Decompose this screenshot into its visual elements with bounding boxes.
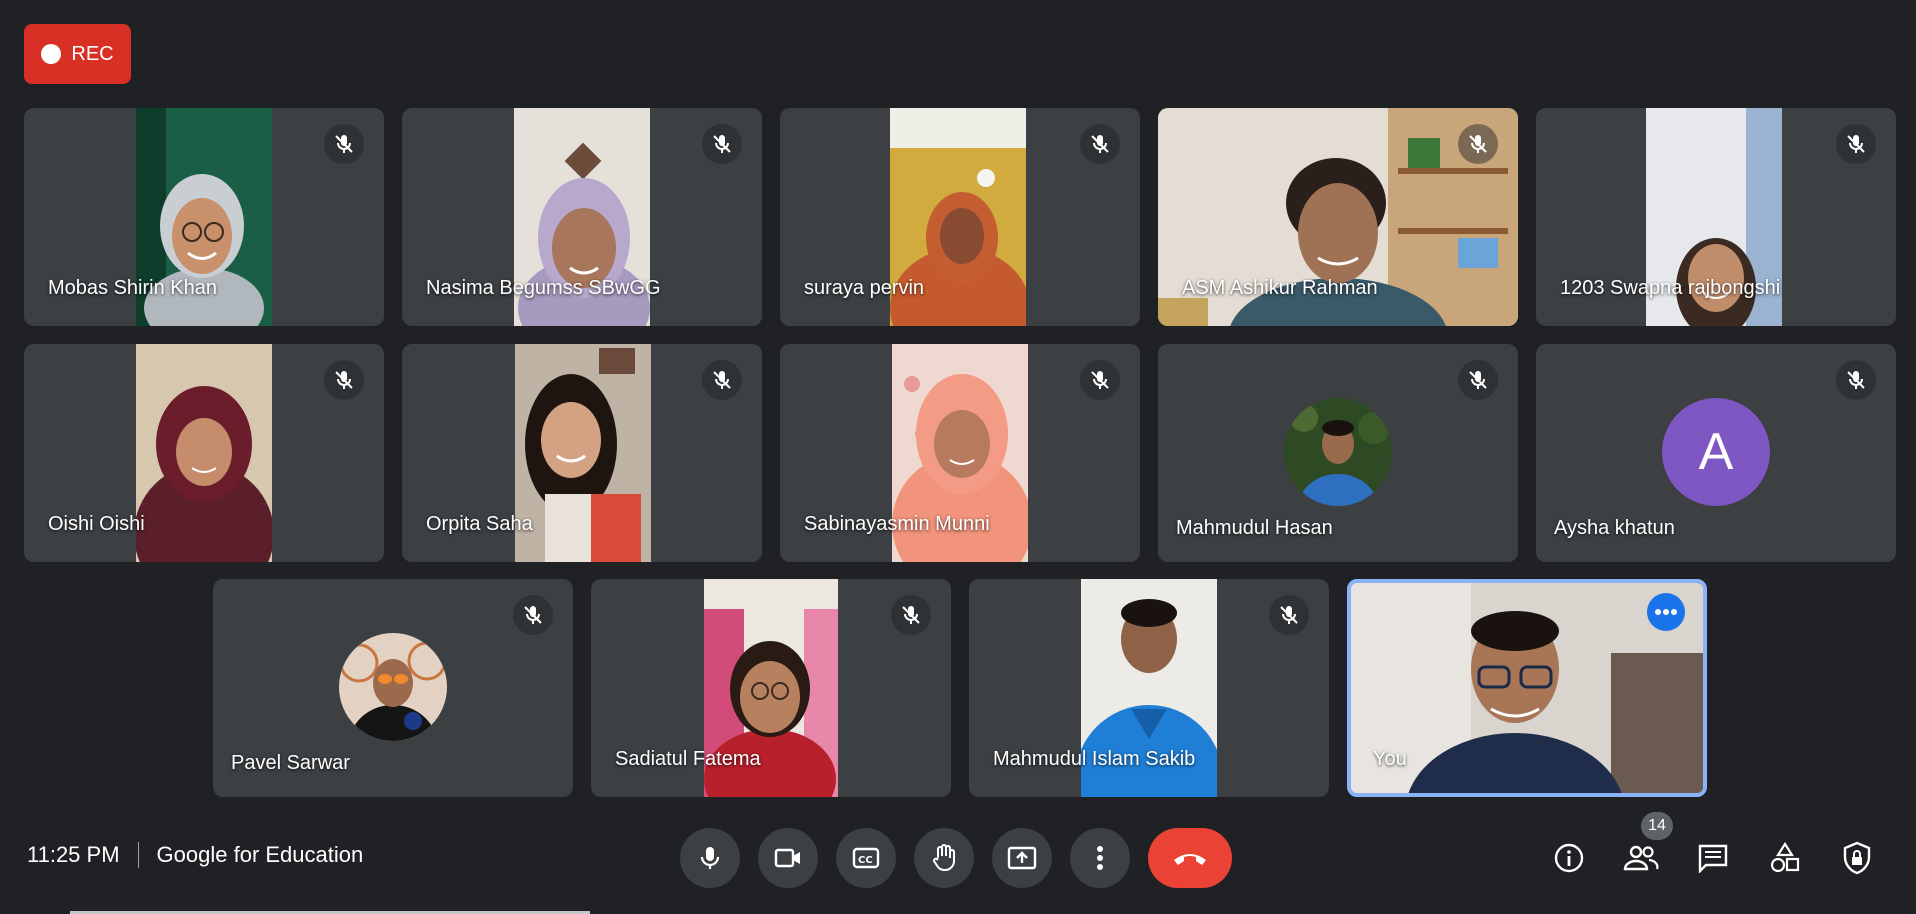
muted-mic-icon xyxy=(1269,595,1309,635)
participant-tile[interactable]: Nasima Begumss SBwGG xyxy=(402,108,762,326)
participant-tile[interactable]: A Aysha khatun xyxy=(1536,344,1896,562)
muted-mic-icon xyxy=(891,595,931,635)
participant-tile[interactable]: Mobas Shirin Khan xyxy=(24,108,384,326)
present-icon xyxy=(1007,846,1037,870)
more-options-button[interactable] xyxy=(1070,828,1130,888)
end-call-icon xyxy=(1172,850,1208,866)
muted-mic-icon xyxy=(702,360,742,400)
bottom-toolbar: 11:25 PM Google for Education CC xyxy=(0,800,1916,914)
recording-dot-icon xyxy=(41,44,62,64)
participant-tile[interactable]: Sadiatul Fatema xyxy=(591,579,951,797)
avatar: A xyxy=(1662,398,1770,506)
participant-tile[interactable]: suraya pervin xyxy=(780,108,1140,326)
raise-hand-icon xyxy=(931,844,957,872)
people-icon xyxy=(1623,844,1659,872)
participant-tile[interactable]: ASM Ashikur Rahman xyxy=(1158,108,1518,326)
svg-text:CC: CC xyxy=(858,855,873,866)
tile-more-options-button[interactable] xyxy=(1647,593,1685,631)
participant-name: Mahmudul Islam Sakib xyxy=(993,748,1196,770)
microphone-button[interactable] xyxy=(680,828,740,888)
meeting-time: 11:25 PM xyxy=(27,842,120,867)
divider xyxy=(137,842,139,868)
host-controls-button[interactable] xyxy=(1833,834,1881,882)
chat-icon xyxy=(1697,843,1729,873)
host-controls-icon xyxy=(1842,841,1872,875)
participant-tile[interactable]: Pavel Sarwar xyxy=(213,579,573,797)
muted-mic-icon xyxy=(513,595,553,635)
mic-icon xyxy=(698,845,722,871)
activities-icon xyxy=(1769,842,1801,874)
end-call-button[interactable] xyxy=(1148,828,1232,888)
activities-button[interactable] xyxy=(1761,834,1809,882)
participant-tile[interactable]: Mahmudul Islam Sakib xyxy=(969,579,1329,797)
self-view-tile[interactable]: You xyxy=(1347,579,1707,797)
people-button[interactable] xyxy=(1617,834,1665,882)
participant-tile[interactable]: Orpita Saha xyxy=(402,344,762,562)
participant-name: Orpita Saha xyxy=(426,513,533,535)
participant-tile[interactable]: Sabinayasmin Munni xyxy=(780,344,1140,562)
participant-tile[interactable]: Oishi Oishi xyxy=(24,344,384,562)
more-options-icon xyxy=(1097,846,1103,870)
participant-tile[interactable]: Mahmudul Hasan xyxy=(1158,344,1518,562)
present-screen-button[interactable] xyxy=(992,828,1052,888)
muted-mic-icon xyxy=(1080,124,1120,164)
participant-name: suraya pervin xyxy=(804,277,925,299)
participant-name: 1203 Swapna rajbongshi xyxy=(1560,277,1781,299)
participant-video xyxy=(515,344,651,562)
participant-name: Sadiatul Fatema xyxy=(615,748,761,770)
participant-video xyxy=(136,344,272,562)
avatar xyxy=(339,633,447,741)
muted-mic-icon xyxy=(702,124,742,164)
muted-mic-icon xyxy=(324,360,364,400)
avatar xyxy=(1284,398,1392,506)
participant-name: Mahmudul Hasan xyxy=(1176,517,1333,539)
camera-icon xyxy=(774,847,802,869)
muted-mic-icon xyxy=(1458,360,1498,400)
participant-name: Sabinayasmin Munni xyxy=(804,513,990,535)
participant-name: Pavel Sarwar xyxy=(231,752,350,774)
captions-icon: CC xyxy=(852,847,880,869)
muted-mic-icon xyxy=(1080,360,1120,400)
participant-name: Oishi Oishi xyxy=(48,513,145,535)
info-icon xyxy=(1553,842,1585,874)
recording-indicator: REC xyxy=(24,24,131,84)
recording-label: REC xyxy=(71,42,114,65)
muted-mic-icon xyxy=(324,124,364,164)
muted-mic-icon xyxy=(1458,124,1498,164)
meeting-info-button[interactable] xyxy=(1545,834,1593,882)
muted-mic-icon xyxy=(1836,124,1876,164)
participant-name: Aysha khatun xyxy=(1554,517,1675,539)
meeting-details: 11:25 PM Google for Education xyxy=(27,842,363,868)
camera-button[interactable] xyxy=(758,828,818,888)
participant-name: Mobas Shirin Khan xyxy=(48,277,217,299)
participant-name: ASM Ashikur Rahman xyxy=(1182,277,1378,299)
raise-hand-button[interactable] xyxy=(914,828,974,888)
captions-button[interactable]: CC xyxy=(836,828,896,888)
participant-name: Nasima Begumss SBwGG xyxy=(426,277,661,299)
participant-tile[interactable]: 1203 Swapna rajbongshi xyxy=(1536,108,1896,326)
muted-mic-icon xyxy=(1836,360,1876,400)
meeting-name: Google for Education xyxy=(156,842,364,867)
participant-name: You xyxy=(1373,748,1407,770)
chat-button[interactable] xyxy=(1689,834,1737,882)
participant-count-badge: 14 xyxy=(1641,812,1673,840)
